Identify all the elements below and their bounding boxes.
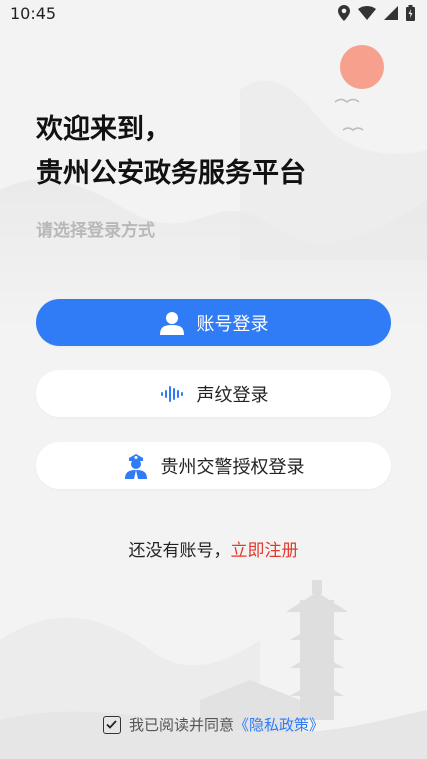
account-login-button[interactable]: 账号登录 <box>36 299 391 346</box>
sun-decoration <box>340 45 384 89</box>
voiceprint-icon <box>159 381 185 407</box>
wifi-icon <box>358 6 376 20</box>
welcome-line-2: 贵州公安政务服务平台 <box>36 158 306 189</box>
status-bar: 10:45 <box>0 0 427 28</box>
privacy-agreement: 我已阅读并同意《隐私政策》 <box>0 714 427 735</box>
register-text: 还没有账号， <box>128 541 231 561</box>
signal-icon <box>384 6 398 20</box>
privacy-policy-link[interactable]: 《隐私政策》 <box>234 716 324 734</box>
account-login-label: 账号登录 <box>196 313 269 335</box>
register-link[interactable]: 立即注册 <box>231 541 299 561</box>
voiceprint-login-label: 声纹登录 <box>196 384 269 406</box>
checkbox-icon <box>106 720 118 729</box>
location-icon <box>338 5 350 21</box>
police-icon <box>123 453 149 479</box>
user-icon <box>159 310 185 336</box>
status-time: 10:45 <box>10 4 57 23</box>
register-prompt: 还没有账号，立即注册 <box>0 536 427 561</box>
welcome-title: 欢迎来到， 贵州公安政务服务平台 <box>36 108 306 196</box>
agreement-text: 我已阅读并同意 <box>128 716 234 734</box>
status-icons <box>338 5 415 21</box>
voiceprint-login-button[interactable]: 声纹登录 <box>36 370 391 417</box>
login-method-subtitle: 请选择登录方式 <box>36 221 155 241</box>
welcome-line-1: 欢迎来到， <box>36 114 171 145</box>
agreement-checkbox[interactable] <box>102 715 121 734</box>
battery-icon <box>406 5 415 21</box>
traffic-police-login-label: 贵州交警授权登录 <box>160 456 305 478</box>
traffic-police-login-button[interactable]: 贵州交警授权登录 <box>36 442 391 489</box>
